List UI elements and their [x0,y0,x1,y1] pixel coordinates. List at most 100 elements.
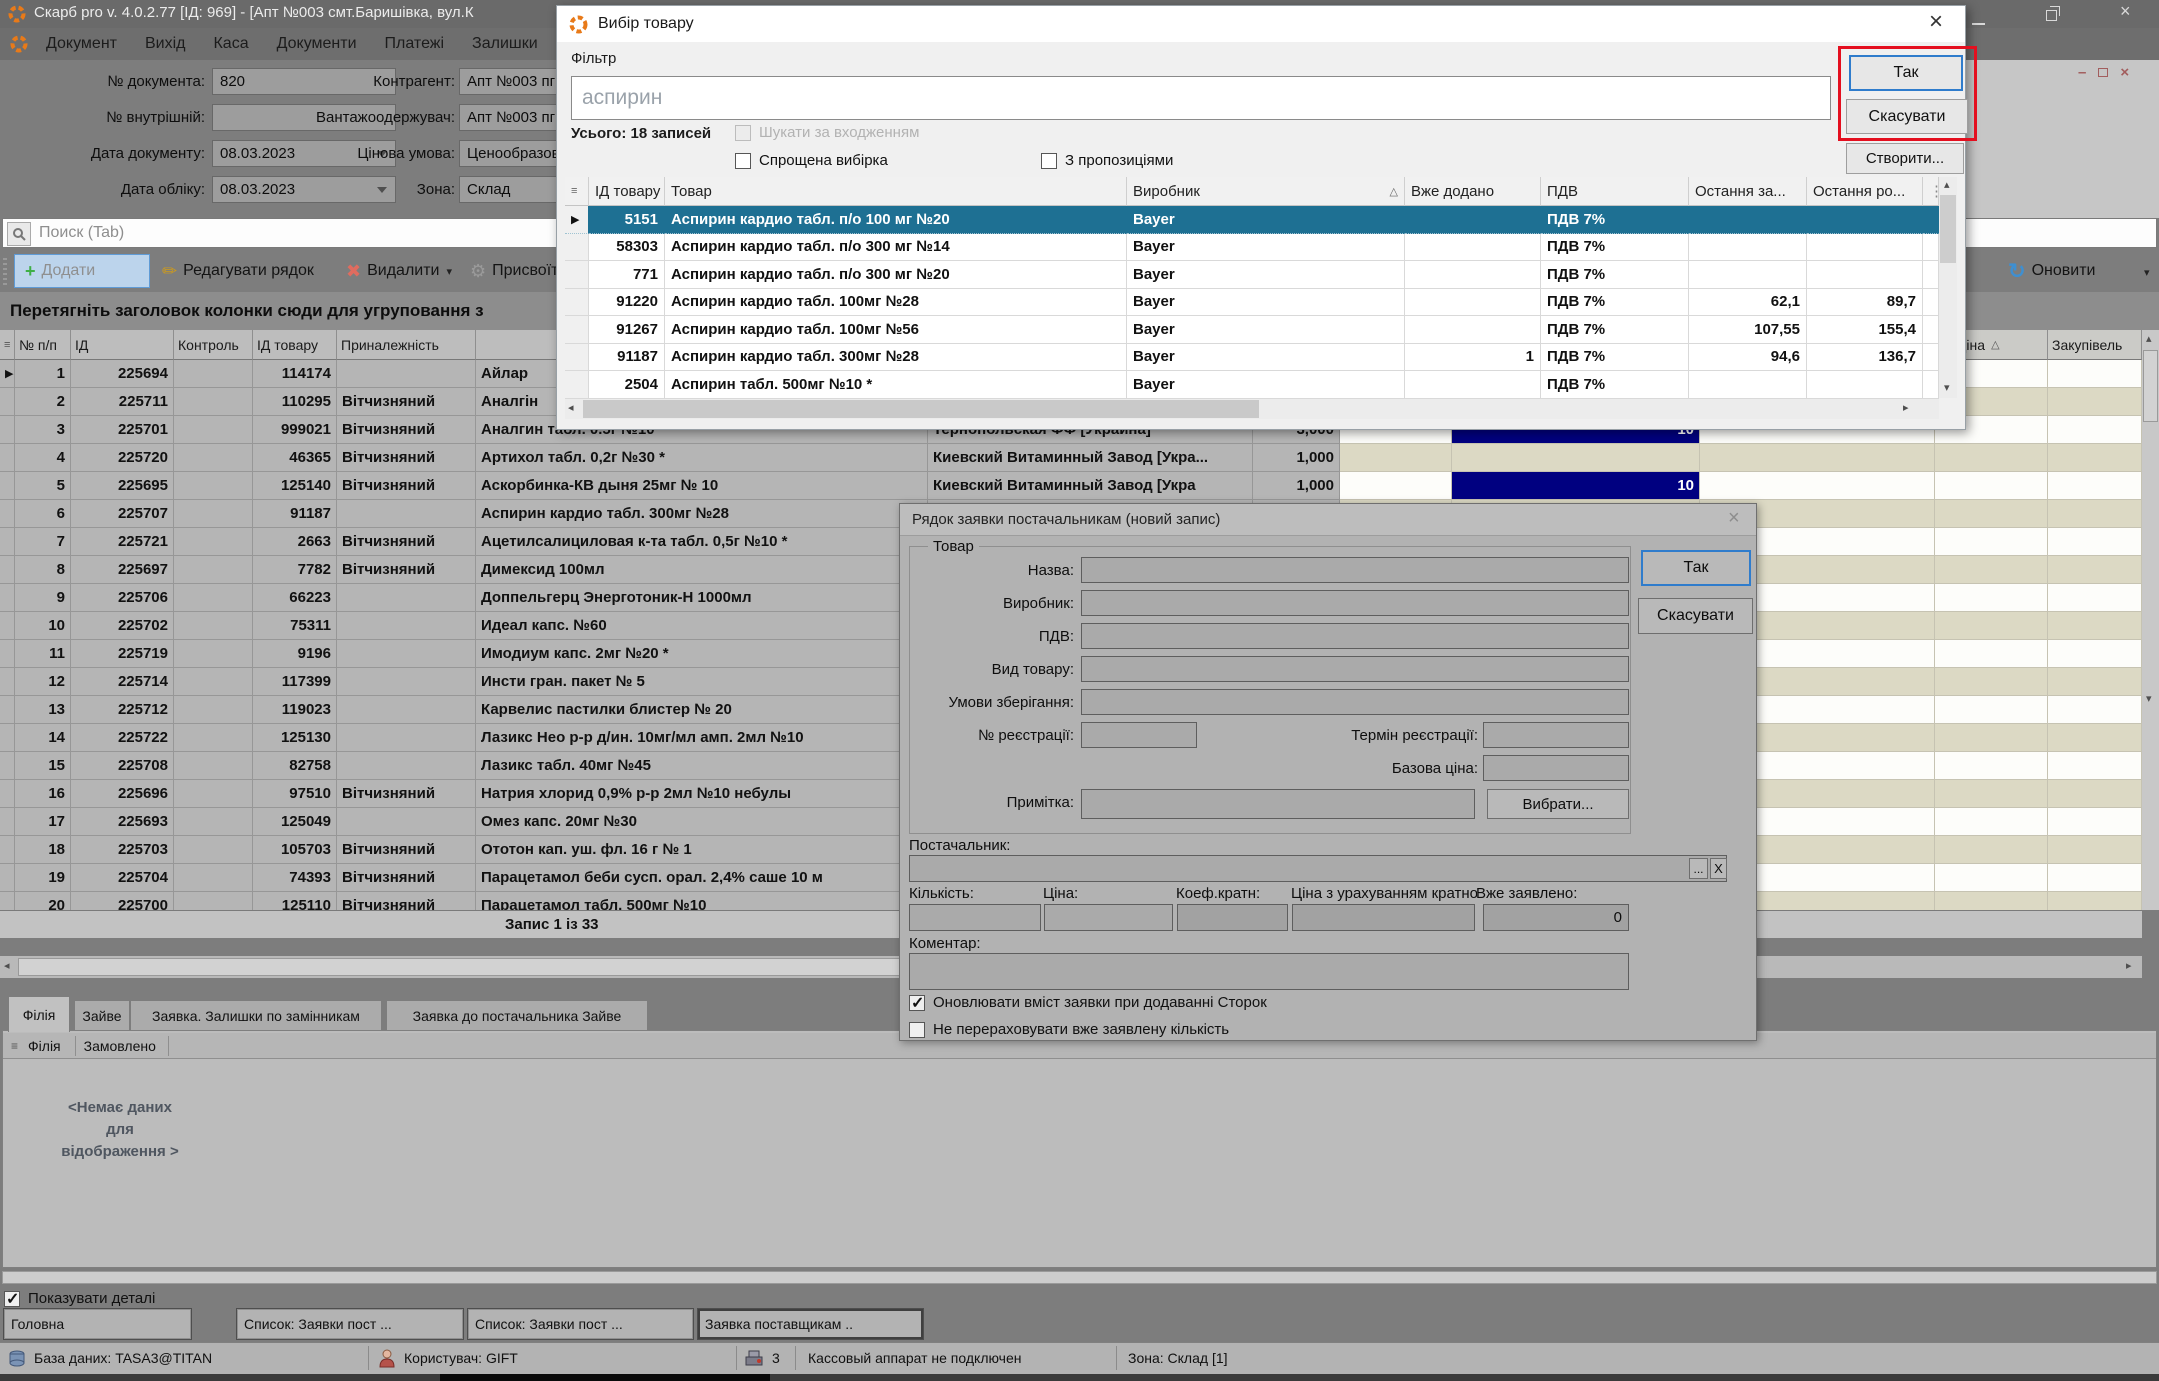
scroll-right-icon[interactable]: ▸ [2126,961,2132,972]
main-grid-vscrollbar[interactable]: ▴ ▾ [2142,330,2159,910]
window-button-2[interactable]: Список: Заявки пост ... [236,1308,464,1340]
comment-field[interactable] [909,953,1629,990]
menu-item-2[interactable]: Вихід [145,35,186,53]
price-mult-field[interactable] [1292,904,1475,931]
close-icon[interactable]: × [2120,2,2131,20]
detail-col-ordered[interactable]: Замовлено [84,1038,156,1054]
storage-field[interactable] [1081,689,1629,715]
detail-col-branch[interactable]: Філія [28,1038,61,1054]
window-button-4[interactable]: Заявка поставщикам .. [697,1308,924,1340]
column-header-num[interactable]: № п/п [15,330,71,360]
refresh-dropdown-icon[interactable]: ▾ [2144,266,2150,279]
product-grid-hscrollbar[interactable]: ◂ ▸ [565,399,1939,419]
qty-field[interactable] [909,904,1041,931]
close-icon[interactable]: × [1929,8,1943,36]
column-header-origin[interactable]: Приналежність [337,330,476,360]
mdi-restore-icon[interactable] [2098,68,2108,77]
column-header-ind[interactable]: ≡ [0,330,15,360]
name-field[interactable] [1081,557,1629,583]
choose-button[interactable]: Вибрати... [1487,789,1629,819]
column-header-x4[interactable]: Закупівель [2048,330,2142,360]
scroll-down-icon[interactable]: ▾ [1944,383,1950,394]
table-row[interactable]: 422572046365ВітчизнянийАртихол табл. 0,2… [0,444,2142,472]
tab-3[interactable]: Заявка. Залишки по замінникам [130,1000,382,1032]
supplier-combo[interactable] [909,855,1727,882]
base-price-field[interactable] [1483,755,1629,781]
column-header-stub[interactable]: ⋮ [1923,177,1939,206]
tab-4[interactable]: Заявка до постачальника Зайве [386,1000,648,1032]
vscroll-thumb[interactable] [1940,195,1956,263]
supplier-browse-button[interactable]: ... [1689,858,1708,879]
table-row[interactable]: 771Аспирин кардио табл. п/о 300 мг №20Ba… [565,261,1939,289]
table-row[interactable]: 91187Аспирин кардио табл. 300мг №28Bayer… [565,344,1939,372]
form-label: № внутрішній: [0,109,205,126]
assign-button[interactable]: ⚙ Присвоїт [470,254,556,288]
create-button[interactable]: Створити... [1846,143,1964,174]
no-recalc-checkbox[interactable]: Не перераховувати вже заявлену кількість [909,1021,1229,1038]
column-header-last_retail[interactable]: Остання ро... [1807,177,1923,206]
edit-row-button[interactable]: ✏ Редагувати рядок [162,254,314,288]
menu-item-4[interactable]: Документи [277,35,357,53]
menu-item-6[interactable]: Залишки [472,35,538,53]
column-header-manufacturer[interactable]: Виробник△ [1127,177,1405,206]
update-order-checkbox[interactable]: Оновлювати вміст заявки при додаванні Ст… [909,994,1267,1011]
tab-1[interactable]: Філія [8,996,70,1032]
table-row[interactable]: 58303Аспирин кардио табл. п/о 300 мг №14… [565,234,1939,262]
column-header-control[interactable]: Контроль [174,330,253,360]
vscroll-thumb[interactable] [2143,350,2158,422]
kind-field[interactable] [1081,656,1629,682]
column-header-name[interactable]: Товар [665,177,1127,206]
note-field[interactable] [1081,789,1475,819]
delete-button[interactable]: ✖ Видалити ▾ [346,254,452,288]
vat-field[interactable] [1081,623,1629,649]
product-grid-vscrollbar[interactable]: ▴ ▾ [1939,177,1957,398]
column-header-id[interactable]: ІД товару [589,177,665,206]
table-row[interactable]: 2504Аспирин табл. 500мг №10 *BayerПДВ 7% [565,371,1939,399]
window-button-3[interactable]: Список: Заявки пост ... [467,1308,694,1340]
mdi-minimize-icon[interactable]: – [2078,64,2086,81]
supplier-clear-button[interactable]: X [1710,858,1727,879]
refresh-button[interactable]: ↻ Оновити [2008,254,2096,288]
tab-2[interactable]: Зайве [74,1000,130,1032]
menu-item-3[interactable]: Каса [213,35,248,53]
table-row[interactable]: 91220Аспирин кардио табл. 100мг №28Bayer… [565,289,1939,317]
scroll-down-icon[interactable]: ▾ [2146,694,2152,705]
mdi-close-icon[interactable]: × [2120,64,2129,81]
detail-panel-hscrollbar[interactable] [2,1271,2157,1284]
window-button-1[interactable]: Головна [3,1308,192,1340]
table-row[interactable]: 91267Аспирин кардио табл. 100мг №56Bayer… [565,316,1939,344]
table-row[interactable]: 5225695125140ВітчизнянийАскорбинка-КВ ды… [0,472,2142,500]
close-icon[interactable]: × [1728,507,1740,530]
scroll-left-icon[interactable]: ◂ [4,961,10,972]
column-header-ind[interactable]: ≡ [565,177,589,206]
column-header-added[interactable]: Вже додано [1405,177,1541,206]
column-header-vat[interactable]: ПДВ [1541,177,1689,206]
filter-input[interactable]: аспирин [571,76,1831,120]
menu-item-1[interactable]: Документ [46,35,117,53]
table-row[interactable]: ▶5151Аспирин кардио табл. п/о 100 мг №20… [565,206,1939,234]
scroll-left-icon[interactable]: ◂ [568,403,574,414]
add-button[interactable]: + Додати [14,254,150,288]
toolbar-grip[interactable] [3,258,7,286]
show-details-checkbox[interactable]: Показувати деталі [4,1290,155,1307]
reg-no-field[interactable] [1081,722,1197,748]
scroll-right-icon[interactable]: ▸ [1903,403,1909,414]
column-header-prod_id[interactable]: ІД товару [253,330,337,360]
hscroll-thumb[interactable] [583,400,1259,418]
column-header-last_order[interactable]: Остання за... [1689,177,1807,206]
cancel-button[interactable]: Скасувати [1638,598,1753,634]
with-proposals-checkbox[interactable]: З пропозиціями [1041,152,1173,169]
scroll-up-icon[interactable]: ▴ [2146,334,2152,345]
cancel-button[interactable]: Скасувати [1846,99,1968,134]
multiple-field[interactable] [1177,904,1288,931]
ok-button[interactable]: Так [1849,55,1963,91]
price-field[interactable] [1044,904,1173,931]
ok-button[interactable]: Так [1641,550,1751,586]
menu-item-5[interactable]: Платежі [385,35,445,53]
scroll-up-icon[interactable]: ▴ [1944,180,1950,191]
column-header-id[interactable]: ІД [71,330,174,360]
reg-term-field[interactable] [1483,722,1629,748]
manufacturer-field[interactable] [1081,590,1629,616]
restore-button[interactable] [2046,8,2057,26]
simple-select-checkbox[interactable]: Спрощена вибірка [735,152,888,169]
